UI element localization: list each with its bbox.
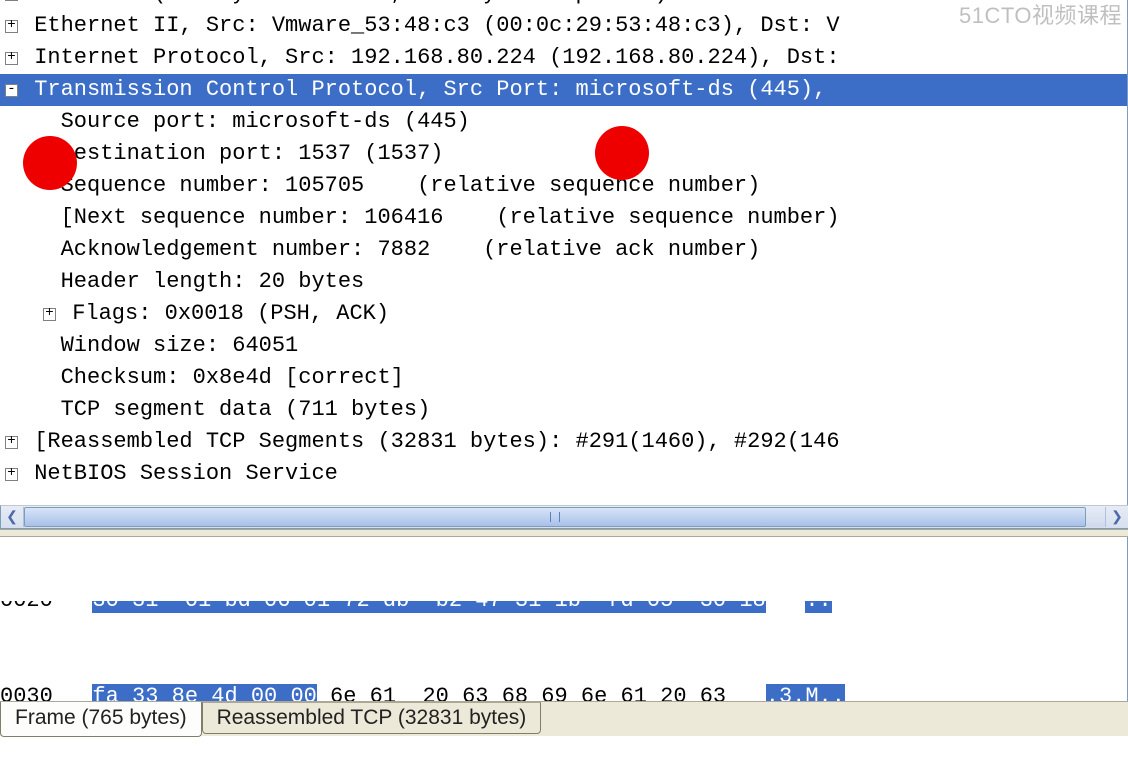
tree-row-frame-partial[interactable]: + Frame 313 (765 bytes on wire, 765 byte… [0, 0, 1127, 10]
annotation-dot-2 [595, 126, 649, 180]
tree-row-nbss[interactable]: + NetBIOS Session Service [0, 458, 1127, 490]
tree-row-tcp-segment[interactable]: TCP segment data (711 bytes) [0, 394, 1127, 426]
annotation-dot-1 [23, 136, 77, 190]
tree-row-ethernet[interactable]: + Ethernet II, Src: Vmware_53:48:c3 (00:… [0, 10, 1127, 42]
tree-text: NetBIOS Session Service [21, 458, 338, 490]
expand-reasm-icon[interactable]: + [5, 436, 18, 449]
tree-text: [Reassembled TCP Segments (32831 bytes):… [21, 426, 840, 458]
scrollbar-thumb[interactable] [24, 507, 1086, 527]
hex-tab-bar: Frame (765 bytes) Reassembled TCP (32831… [0, 701, 1128, 736]
tree-text: Internet Protocol, Src: 192.168.80.224 (… [21, 42, 840, 74]
spacer-icon [5, 148, 18, 161]
tree-text: Window size: 64051 [21, 330, 298, 362]
tree-text: Transmission Control Protocol, Src Port:… [21, 74, 840, 106]
tree-row-flags[interactable]: + Flags: 0x0018 (PSH, ACK) [0, 298, 1127, 330]
tree-text: Acknowledgement number: 7882 (relative a… [21, 234, 760, 266]
packet-tree-pane[interactable]: + Frame 313 (765 bytes on wire, 765 byte… [0, 0, 1128, 505]
spacer-icon [5, 116, 18, 129]
collapse-tcp-icon[interactable]: - [5, 84, 18, 97]
spacer-icon [5, 212, 18, 225]
tree-text: Header length: 20 bytes [21, 266, 364, 298]
spacer-icon [5, 372, 18, 385]
tree-row-seq[interactable]: Sequence number: 105705 (relative sequen… [0, 170, 1127, 202]
hex-pane[interactable]: 0020 30 31 01 bd 06 01 72 db b2 47 31 1b… [0, 537, 1128, 701]
tree-text: Ethernet II, Src: Vmware_53:48:c3 (00:0c… [21, 10, 840, 42]
scroll-left-icon[interactable]: ❮ [1, 507, 23, 527]
scrollbar-track[interactable] [23, 507, 1106, 527]
expand-eth-icon[interactable]: + [5, 20, 18, 33]
spacer-icon [5, 180, 18, 193]
tree-text: Sequence number: 105705 (relative sequen… [21, 170, 760, 202]
tree-text: Checksum: 0x8e4d [correct] [21, 362, 404, 394]
tree-text: TCP segment data (711 bytes) [21, 394, 430, 426]
hex-row-partial-top[interactable]: 0020 30 31 01 bd 06 01 72 db b2 47 31 1b… [0, 601, 1127, 617]
tree-row-src-port[interactable]: Source port: microsoft-ds (445) [0, 106, 1127, 138]
expand-frame-icon[interactable]: + [5, 0, 18, 1]
tree-row-dst-port[interactable]: Destination port: 1537 (1537) [0, 138, 1127, 170]
tree-text: Destination port: 1537 (1537) [21, 138, 443, 170]
hex-row[interactable]: 0030 fa 33 8e 4d 00 00 6e 61 20 63 68 69… [0, 681, 1127, 701]
spacer-icon [5, 276, 18, 289]
tree-row-window[interactable]: Window size: 64051 [0, 330, 1127, 362]
tree-text: Frame 313 (765 bytes on wire, 765 bytes … [21, 0, 721, 10]
tree-row-reassembled[interactable]: + [Reassembled TCP Segments (32831 bytes… [0, 426, 1127, 458]
tree-text: Flags: 0x0018 (PSH, ACK) [59, 298, 389, 330]
tab-reassembled-tcp[interactable]: Reassembled TCP (32831 bytes) [202, 702, 542, 734]
spacer-icon [5, 404, 18, 417]
horizontal-scrollbar[interactable]: ❮ ❯ [0, 505, 1128, 529]
expand-ip-icon[interactable]: + [5, 52, 18, 65]
tree-text: Source port: microsoft-ds (445) [21, 106, 470, 138]
splitter-handle[interactable] [0, 529, 1128, 537]
tree-row-tcp[interactable]: - Transmission Control Protocol, Src Por… [0, 74, 1127, 106]
expand-nbss-icon[interactable]: + [5, 468, 18, 481]
tree-row-hdr-len[interactable]: Header length: 20 bytes [0, 266, 1127, 298]
tree-row-ip[interactable]: + Internet Protocol, Src: 192.168.80.224… [0, 42, 1127, 74]
watermark: 51CTO视频课程 [959, 0, 1122, 30]
scroll-right-icon[interactable]: ❯ [1106, 507, 1128, 527]
spacer-icon [5, 244, 18, 257]
tree-text: [Next sequence number: 106416 (relative … [21, 202, 840, 234]
spacer-icon [5, 340, 18, 353]
tree-row-next-seq[interactable]: [Next sequence number: 106416 (relative … [0, 202, 1127, 234]
tree-row-ack[interactable]: Acknowledgement number: 7882 (relative a… [0, 234, 1127, 266]
expand-flags-icon[interactable]: + [43, 308, 56, 321]
tab-frame[interactable]: Frame (765 bytes) [0, 702, 202, 737]
tree-row-checksum[interactable]: Checksum: 0x8e4d [correct] [0, 362, 1127, 394]
